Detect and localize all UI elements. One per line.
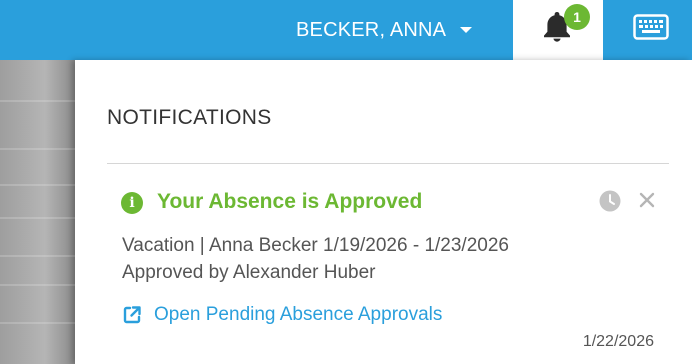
notification-date: 1/22/2026: [582, 333, 654, 350]
user-menu[interactable]: BECKER, ANNA: [296, 0, 473, 60]
close-icon[interactable]: [637, 190, 657, 210]
panel-title: NOTIFICATIONS: [107, 106, 272, 129]
info-icon: i: [121, 192, 143, 214]
external-link-icon: [123, 306, 141, 324]
notification-approver: Approved by Alexander Huber: [122, 262, 376, 283]
notifications-button[interactable]: 1: [513, 0, 603, 60]
top-bar: BECKER, ANNA 1: [0, 0, 692, 60]
user-name: BECKER, ANNA: [296, 18, 447, 41]
notifications-panel: NOTIFICATIONS i Your Absence is Approved…: [75, 60, 692, 364]
keyboard-button[interactable]: [603, 0, 692, 60]
page-backdrop: [0, 60, 75, 364]
open-pending-approvals-label: Open Pending Absence Approvals: [154, 304, 443, 325]
keyboard-icon: [633, 14, 669, 40]
clock-icon[interactable]: [599, 190, 621, 212]
notification-title: Your Absence is Approved: [157, 190, 423, 213]
notification-count-badge: 1: [564, 4, 590, 30]
caret-down-icon: [460, 27, 473, 33]
notification-detail: Vacation | Anna Becker 1/19/2026 - 1/23/…: [122, 235, 509, 256]
open-pending-approvals-link[interactable]: Open Pending Absence Approvals: [122, 304, 442, 326]
notification-item: i Your Absence is Approved Vacation | An…: [107, 164, 669, 364]
